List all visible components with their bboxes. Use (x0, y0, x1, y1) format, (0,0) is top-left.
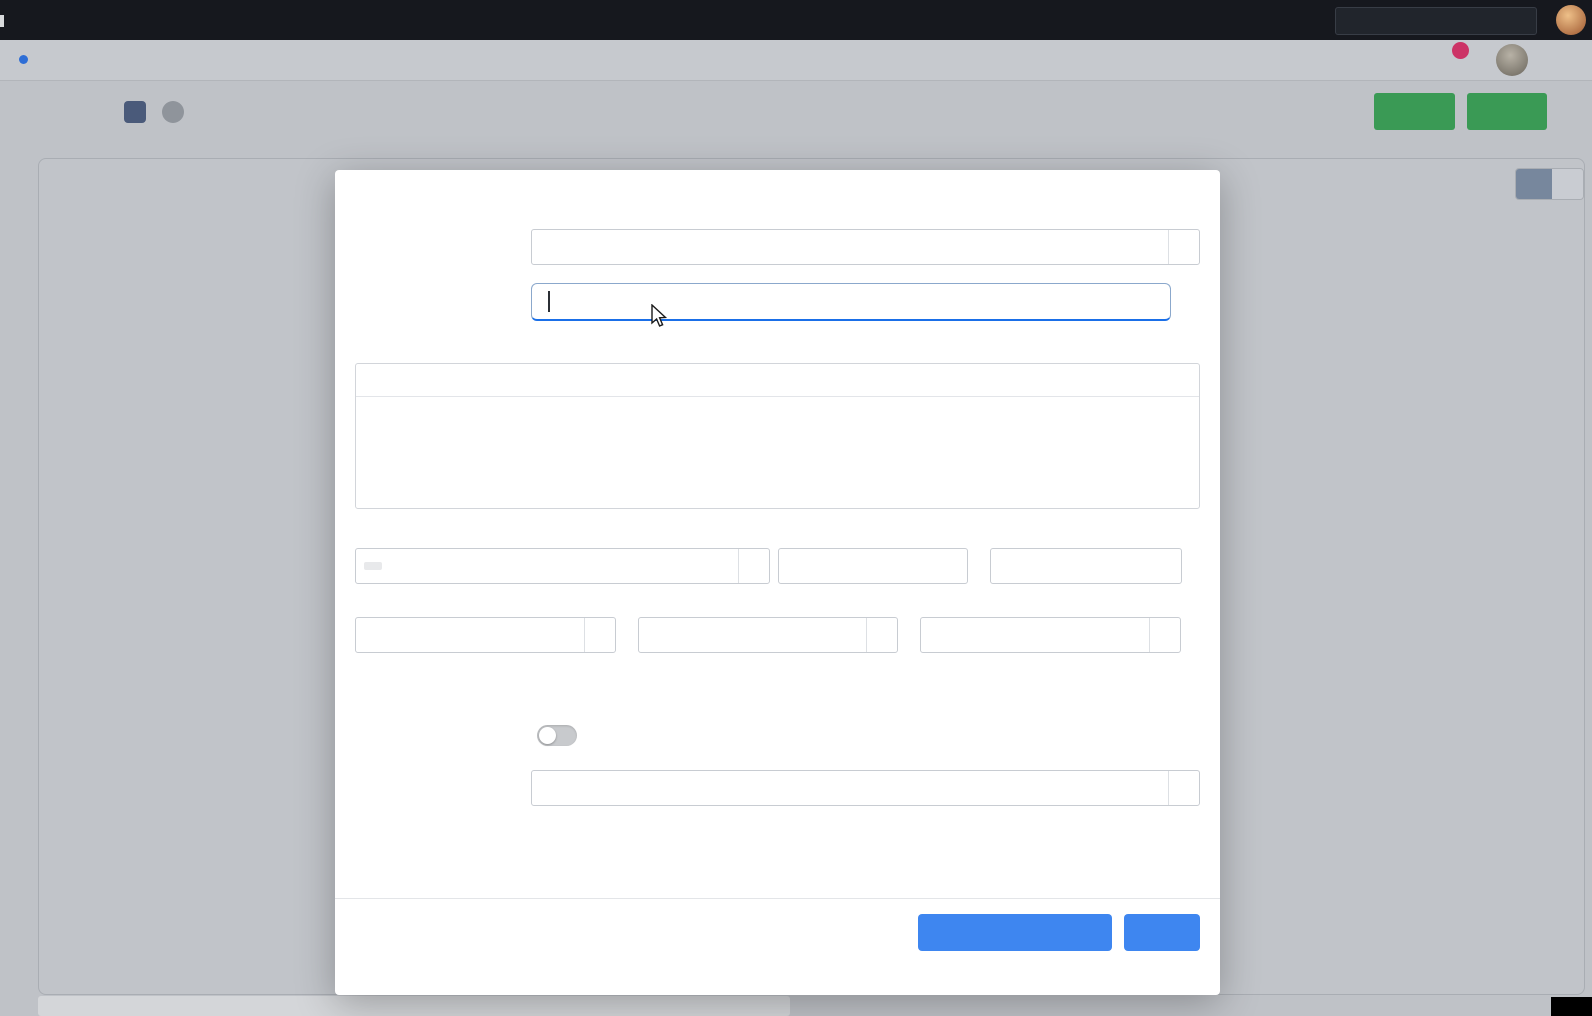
chevron-down-icon[interactable] (866, 618, 897, 652)
cancel-button[interactable] (840, 914, 902, 951)
recurrence-toggle[interactable] (537, 725, 577, 746)
chevron-down-icon[interactable] (1149, 618, 1180, 652)
priority-select[interactable] (638, 617, 898, 653)
chevron-down-icon[interactable] (1168, 771, 1199, 805)
task-list-select[interactable] (531, 229, 1200, 265)
create-button[interactable] (1124, 914, 1200, 951)
assigned-to-select[interactable] (355, 548, 770, 584)
start-date-input[interactable] (778, 548, 968, 584)
chevron-down-icon[interactable] (1168, 230, 1199, 264)
mouse-cursor (650, 304, 672, 328)
custom-fields-select[interactable] (531, 770, 1200, 806)
assignee-chip (364, 562, 382, 570)
gantt-mode-toggle (1515, 168, 1584, 200)
status-select[interactable] (355, 617, 616, 653)
toggle-knob (539, 727, 556, 744)
create-and-add-another-button[interactable] (918, 914, 1112, 951)
toggle-actual-button[interactable] (1516, 169, 1552, 199)
chevron-down-icon[interactable] (738, 549, 769, 583)
text-caret (548, 291, 550, 312)
add-task-modal (335, 170, 1220, 995)
due-date-input[interactable] (990, 548, 1182, 584)
footer-divider (335, 898, 1220, 899)
description-editor[interactable] (355, 363, 1200, 509)
title-input[interactable] (531, 283, 1171, 321)
recording-timer (1551, 997, 1592, 1016)
screen (0, 0, 1592, 1016)
chevron-down-icon[interactable] (584, 618, 615, 652)
milestone-select[interactable] (920, 617, 1181, 653)
editor-toolbar (356, 364, 1199, 397)
toggle-baseline-button[interactable] (1552, 169, 1583, 199)
